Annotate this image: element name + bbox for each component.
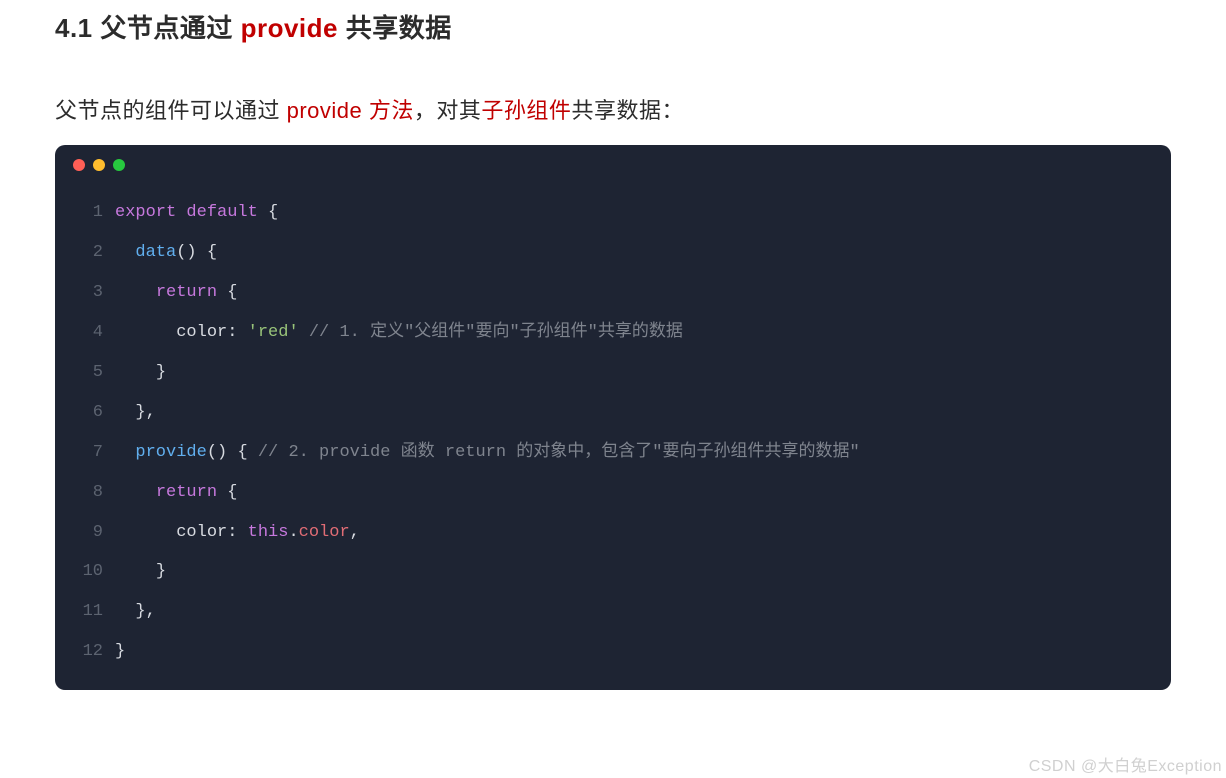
code-block: 1export default { 2 data() { 3 return { … xyxy=(55,145,1171,690)
line-number: 1 xyxy=(75,193,103,233)
keyword: return xyxy=(156,273,217,313)
line-number: 4 xyxy=(75,313,103,353)
paragraph-highlight-provide: provide 方法 xyxy=(287,98,414,123)
paragraph-text: 共享数据： xyxy=(571,98,684,123)
keyword: this xyxy=(248,513,289,553)
line-number: 2 xyxy=(75,233,103,273)
paragraph-text: 父节点的组件可以通过 xyxy=(55,98,287,123)
code-line: 8 return { xyxy=(75,473,1151,513)
line-number: 3 xyxy=(75,273,103,313)
code-line: 2 data() { xyxy=(75,233,1151,273)
keyword: default xyxy=(186,193,257,233)
line-number: 11 xyxy=(75,592,103,632)
code-line: 6 }, xyxy=(75,393,1151,433)
code-line: 9 color: this.color, xyxy=(75,513,1151,553)
code-line: 4 color: 'red' // 1. 定义"父组件"要向"子孙组件"共享的数… xyxy=(75,313,1151,353)
code-body: 1export default { 2 data() { 3 return { … xyxy=(55,179,1171,672)
section-heading: 4.1 父节点通过 provide 共享数据 xyxy=(55,8,1171,45)
window-dot-zoom-icon xyxy=(113,159,125,171)
function-name: provide xyxy=(135,433,206,473)
window-dot-close-icon xyxy=(73,159,85,171)
function-name: data xyxy=(135,233,176,273)
line-number: 8 xyxy=(75,473,103,513)
comment: // 2. provide 函数 return 的对象中，包含了"要向子孙组件共… xyxy=(258,433,860,473)
keyword: export xyxy=(115,193,176,233)
watermark: CSDN @大白兔Exception xyxy=(1029,752,1222,776)
line-number: 5 xyxy=(75,353,103,393)
line-number: 10 xyxy=(75,552,103,592)
code-line: 1export default { xyxy=(75,193,1151,233)
line-number: 7 xyxy=(75,433,103,473)
code-line: 5 } xyxy=(75,353,1151,393)
property: color xyxy=(176,313,227,353)
code-line: 12} xyxy=(75,632,1151,672)
code-titlebar xyxy=(55,145,1171,179)
window-dot-minimize-icon xyxy=(93,159,105,171)
string: 'red' xyxy=(248,313,299,353)
paragraph-text: ，对其 xyxy=(414,98,482,123)
line-number: 9 xyxy=(75,513,103,553)
comment: // 1. 定义"父组件"要向"子孙组件"共享的数据 xyxy=(309,313,683,353)
code-line: 10 } xyxy=(75,552,1151,592)
intro-paragraph: 父节点的组件可以通过 provide 方法，对其子孙组件共享数据： xyxy=(55,93,1171,125)
property: color xyxy=(176,513,227,553)
line-number: 6 xyxy=(75,393,103,433)
property: color xyxy=(299,513,350,553)
heading-highlight: provide xyxy=(241,13,338,43)
heading-prefix: 4.1 父节点通过 xyxy=(55,13,241,43)
code-line: 3 return { xyxy=(75,273,1151,313)
code-line: 7 provide() { // 2. provide 函数 return 的对… xyxy=(75,433,1151,473)
code-line: 11 }, xyxy=(75,592,1151,632)
line-number: 12 xyxy=(75,632,103,672)
keyword: return xyxy=(156,473,217,513)
heading-suffix: 共享数据 xyxy=(338,13,452,43)
paragraph-highlight-descendant: 子孙组件 xyxy=(481,98,571,123)
